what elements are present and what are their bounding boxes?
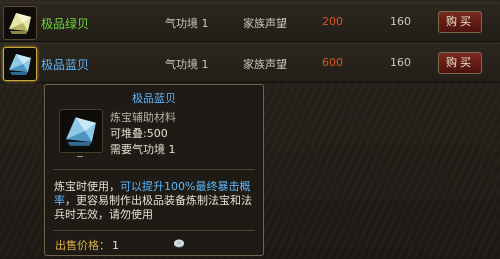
item-price: 160 — [390, 15, 411, 28]
tooltip-item-slot — [59, 109, 103, 153]
buy-button[interactable]: 购买 — [438, 11, 482, 33]
tooltip-description: 炼宝时使用，可以提升100%最终暴击概率，更容易制作出极品装备炼制法宝和法兵时无… — [54, 180, 259, 222]
sell-price-label: 出售价格： — [55, 239, 110, 252]
tooltip-requirement: 需要气功境 1 — [110, 143, 176, 156]
silver-coin-icon — [174, 239, 184, 248]
tooltip-item-type: 炼宝辅助材料 — [110, 111, 176, 124]
item-currency: 家族声望 — [243, 17, 287, 30]
item-slot[interactable] — [3, 47, 37, 81]
item-name: 极品蓝贝 — [41, 58, 90, 72]
tooltip-description-suffix: ，更容易制作出极品装备炼制法宝和法兵时无效，请勿使用 — [54, 194, 252, 221]
item-cost: 600 — [322, 56, 343, 69]
tooltip-title: 极品蓝贝 — [132, 92, 176, 105]
sell-price-value: 1 — [112, 239, 119, 252]
item-name: 极品绿贝 — [41, 17, 90, 31]
tooltip-divider — [53, 169, 255, 170]
shop-row-blue-shell[interactable]: 极品蓝贝 气功境 1 家族声望 600 160 购买 — [0, 43, 500, 83]
item-currency: 家族声望 — [243, 58, 287, 71]
tooltip-description-prefix: 炼宝时使用， — [54, 180, 120, 193]
buy-button[interactable]: 购买 — [438, 52, 482, 74]
item-cost: 200 — [322, 15, 343, 28]
tooltip-divider — [53, 230, 255, 231]
item-slot[interactable] — [3, 6, 37, 40]
item-tooltip: 极品蓝贝 炼宝辅助材料 可堆叠:500 需要气功境 1 炼宝时使用，可以提升10… — [44, 84, 264, 256]
shop-row-green-shell[interactable]: 极品绿贝 气功境 1 家族声望 200 160 购买 — [0, 2, 500, 42]
tooltip-icon-underline — [77, 156, 83, 157]
green-shell-icon — [9, 13, 31, 34]
item-price: 160 — [390, 56, 411, 69]
item-requirement: 气功境 1 — [165, 17, 209, 30]
tooltip-sell-price: 出售价格： 1 — [55, 237, 119, 253]
blue-shell-icon — [9, 54, 31, 75]
blue-shell-icon — [66, 117, 96, 146]
tooltip-stack-limit: 可堆叠:500 — [110, 127, 168, 140]
item-requirement: 气功境 1 — [165, 58, 209, 71]
